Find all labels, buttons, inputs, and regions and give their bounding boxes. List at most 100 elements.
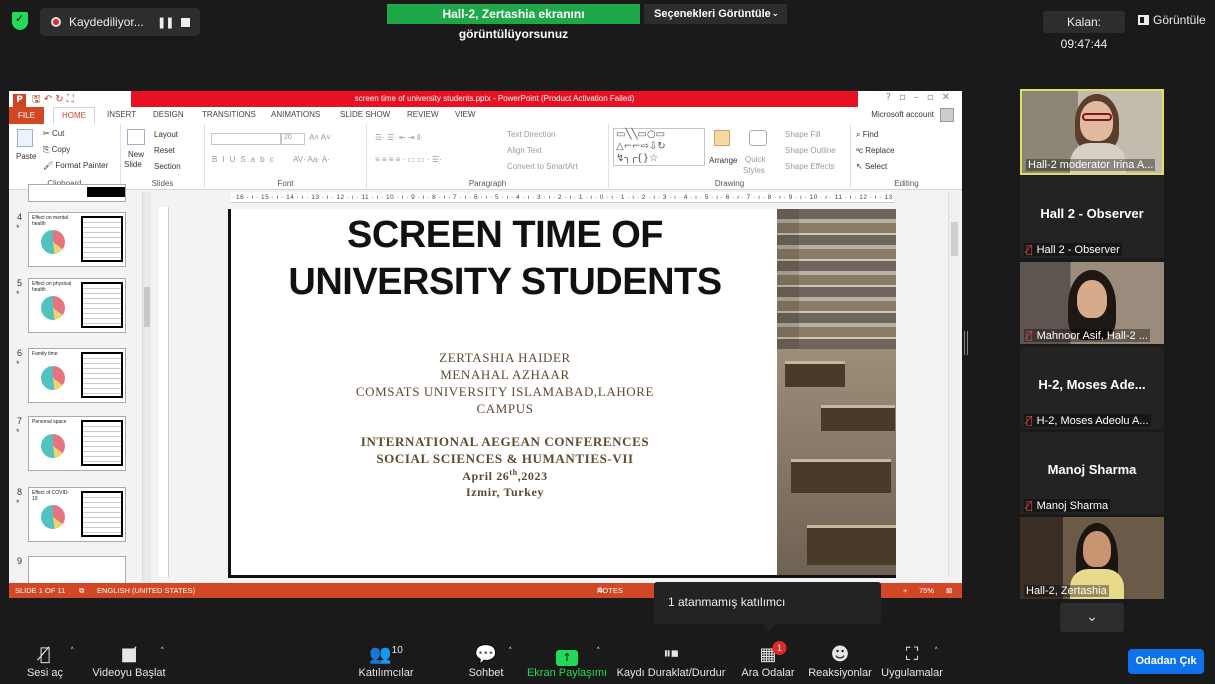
leave-room-button[interactable]: Odadan Çık xyxy=(1128,649,1204,674)
slide-thumbnail-8[interactable]: Effect of COVID-19 xyxy=(28,487,126,542)
stop-recording-icon[interactable] xyxy=(181,18,190,27)
find-button[interactable]: ⌕ Find xyxy=(856,130,878,140)
participant-tile-observer[interactable]: Hall 2 - Observer 🎙̸ Hall 2 - Observer xyxy=(1020,176,1164,258)
undo-icon[interactable]: ↶ xyxy=(44,94,52,105)
fit-slide-icon[interactable]: ⊠ xyxy=(946,583,952,598)
participant-scroll-down-button[interactable]: ⌄ xyxy=(1060,603,1124,632)
tab-transitions[interactable]: TRANSITIONS xyxy=(202,110,256,119)
font-family-box[interactable] xyxy=(211,133,281,145)
apps-button[interactable]: ⛶ ˄ Uygulamalar xyxy=(880,636,944,684)
event-place: Izmir, Turkey xyxy=(465,485,545,499)
view-layout-button[interactable]: Görüntüle xyxy=(1138,13,1206,27)
pause-stop-recording-button[interactable]: ⏸⏹ Kaydı Duraklat/Durdur xyxy=(616,636,726,684)
reset-button[interactable]: Reset xyxy=(154,146,175,155)
zoom-level[interactable]: 75% xyxy=(919,583,934,598)
shape-effects-button[interactable]: Shape Effects xyxy=(785,162,835,171)
layout-button[interactable]: Layout xyxy=(154,130,178,139)
align-text-button[interactable]: Align Text xyxy=(507,146,542,155)
language-indicator[interactable]: ENGLISH (UNITED STATES) xyxy=(97,583,195,598)
convert-smartart-button[interactable]: Convert to SmartArt xyxy=(507,162,578,171)
save-icon[interactable]: 🖫 xyxy=(32,94,41,105)
select-button[interactable]: ↖ Select xyxy=(856,162,887,171)
scrollbar-thumb[interactable] xyxy=(951,222,958,256)
spellcheck-icon[interactable]: ⧉ xyxy=(79,583,84,598)
tab-slide-show[interactable]: SLIDE SHOW xyxy=(340,110,390,119)
share-options-caret[interactable]: ˄ xyxy=(596,647,601,657)
zoom-in-icon[interactable]: + xyxy=(903,583,907,598)
quick-styles-label[interactable]: Quick xyxy=(745,155,765,164)
tab-review[interactable]: REVIEW xyxy=(407,110,439,119)
quick-styles-label-2[interactable]: Styles xyxy=(743,166,765,175)
pause-recording-icon[interactable]: ❚❚ xyxy=(157,16,174,29)
participant-tile-moses[interactable]: H-2, Moses Ade... 🎙̸ H-2, Moses Adeolu A.… xyxy=(1020,347,1164,429)
align-icons[interactable]: ≡ ≡ ≡ ≡ · ▭ ▭ · ☰· xyxy=(375,155,442,164)
participant-tile-manoj[interactable]: Manoj Sharma 🎙̸ Manoj Sharma xyxy=(1020,432,1164,514)
tab-animations[interactable]: ANIMATIONS xyxy=(271,110,320,119)
new-slide-icon[interactable] xyxy=(127,129,145,145)
panel-splitter-handle[interactable] xyxy=(964,331,968,355)
new-slide-label-2[interactable]: Slide xyxy=(124,160,142,169)
audio-options-caret[interactable]: ˄ xyxy=(70,647,75,657)
view-options-label: Seçenekleri Görüntüle xyxy=(654,8,771,20)
slide-thumbnail-6[interactable]: Family time xyxy=(28,348,126,403)
shape-fill-button[interactable]: Shape Fill xyxy=(785,130,821,139)
shape-outline-button[interactable]: Shape Outline xyxy=(785,146,836,155)
reactions-button[interactable]: ☻ Reaksiyonlar xyxy=(808,636,872,684)
paste-icon[interactable] xyxy=(17,129,33,147)
replace-button[interactable]: ᵃc Replace xyxy=(856,146,895,155)
breakout-rooms-button[interactable]: ▦ 1 Ara Odalar xyxy=(740,636,796,684)
photo-desk xyxy=(807,525,896,565)
participant-tile-mahnoor[interactable]: 🎙̸ Mahnoor Asif, Hall-2 ... xyxy=(1020,262,1164,344)
slideshow-from-start-icon[interactable]: ⛶ xyxy=(67,94,74,105)
slide-canvas[interactable]: SCREEN TIME OF UNIVERSITY STUDENTS ZERTA… xyxy=(228,209,896,578)
participants-button[interactable]: 👥10 Katılımcılar xyxy=(356,636,416,684)
chat-options-caret[interactable]: ˄ xyxy=(508,647,513,657)
participant-display-title: H-2, Moses Ade... xyxy=(1038,377,1146,392)
unmute-button[interactable]: 🎙̸ ˄ Sesi aç xyxy=(16,636,75,684)
slide-thumbnail-5[interactable]: Effect on physical health xyxy=(28,278,126,333)
chat-button[interactable]: 💬 ˄ Sohbet xyxy=(464,636,513,684)
shield-check-icon[interactable] xyxy=(12,12,28,30)
account-name[interactable]: Microsoft account xyxy=(871,110,934,119)
arrange-button[interactable]: Arrange xyxy=(709,156,737,165)
font-size-box[interactable]: 20 xyxy=(281,133,305,145)
slide-scrollbar[interactable] xyxy=(948,192,960,577)
scrollbar-thumb[interactable] xyxy=(144,287,150,327)
tab-design[interactable]: DESIGN xyxy=(153,110,184,119)
char-spacing-icon[interactable]: AV· Aa· A· xyxy=(293,155,330,164)
grow-font-icon[interactable]: A˄ A˅ xyxy=(309,133,331,142)
bullets-icon[interactable]: ☰· ☰· ⇤ ⇥ ‖· xyxy=(375,133,423,142)
copy-button[interactable]: ⎘ Copy xyxy=(43,145,70,155)
cut-button[interactable]: ✂ Cut xyxy=(43,129,64,138)
tab-file[interactable]: FILE xyxy=(9,107,44,124)
account-avatar[interactable] xyxy=(940,108,954,122)
redo-icon[interactable]: ↻ xyxy=(55,94,63,105)
participant-tile-zertashia[interactable]: Hall-2, Zertashia xyxy=(1020,517,1164,599)
quick-styles-icon[interactable] xyxy=(749,130,767,146)
tab-insert[interactable]: INSERT xyxy=(107,110,136,119)
arrange-icon[interactable] xyxy=(714,130,730,146)
apps-options-caret[interactable]: ˄ xyxy=(934,647,939,657)
photo-desk xyxy=(821,405,895,431)
thumbnail-scrollbar[interactable] xyxy=(142,192,151,582)
slide-thumbnail-3[interactable] xyxy=(28,184,126,202)
font-style-buttons[interactable]: BIUSabc xyxy=(212,155,279,164)
window-controls[interactable]: ?▫–▫✕ xyxy=(886,92,958,103)
paste-button[interactable]: Paste xyxy=(16,152,36,161)
start-video-button[interactable]: ■̸ ˄ Videoyu Başlat xyxy=(90,636,168,684)
tab-home[interactable]: HOME xyxy=(53,107,95,124)
participant-tile-moderator[interactable]: Hall-2 moderator Irina A... xyxy=(1020,89,1164,175)
tab-view[interactable]: VIEW xyxy=(455,110,475,119)
new-slide-label[interactable]: New xyxy=(128,150,144,159)
participant-name: Hall-2 moderator Irina A... xyxy=(1026,159,1156,171)
video-options-caret[interactable]: ˄ xyxy=(160,647,165,657)
slide-thumbnail-7[interactable]: Personal space xyxy=(28,416,126,471)
shapes-gallery[interactable]: ▭╲╲▭○▭ △⌐⌐⇨⇩↻ ↯╮╭{}☆ xyxy=(613,128,705,166)
slide-thumbnail-9[interactable] xyxy=(28,556,126,586)
share-screen-button[interactable]: ↑ ˄ Ekran Paylaşımı xyxy=(527,636,607,684)
view-options-button[interactable]: Seçenekleri Görüntüle ⌄ xyxy=(644,4,787,24)
text-direction-button[interactable]: Text Direction xyxy=(507,130,555,139)
section-button[interactable]: Section xyxy=(154,162,181,171)
format-painter-button[interactable]: 🖌 Format Painter xyxy=(43,161,108,170)
slide-thumbnail-4[interactable]: Effect on mental health xyxy=(28,212,126,267)
